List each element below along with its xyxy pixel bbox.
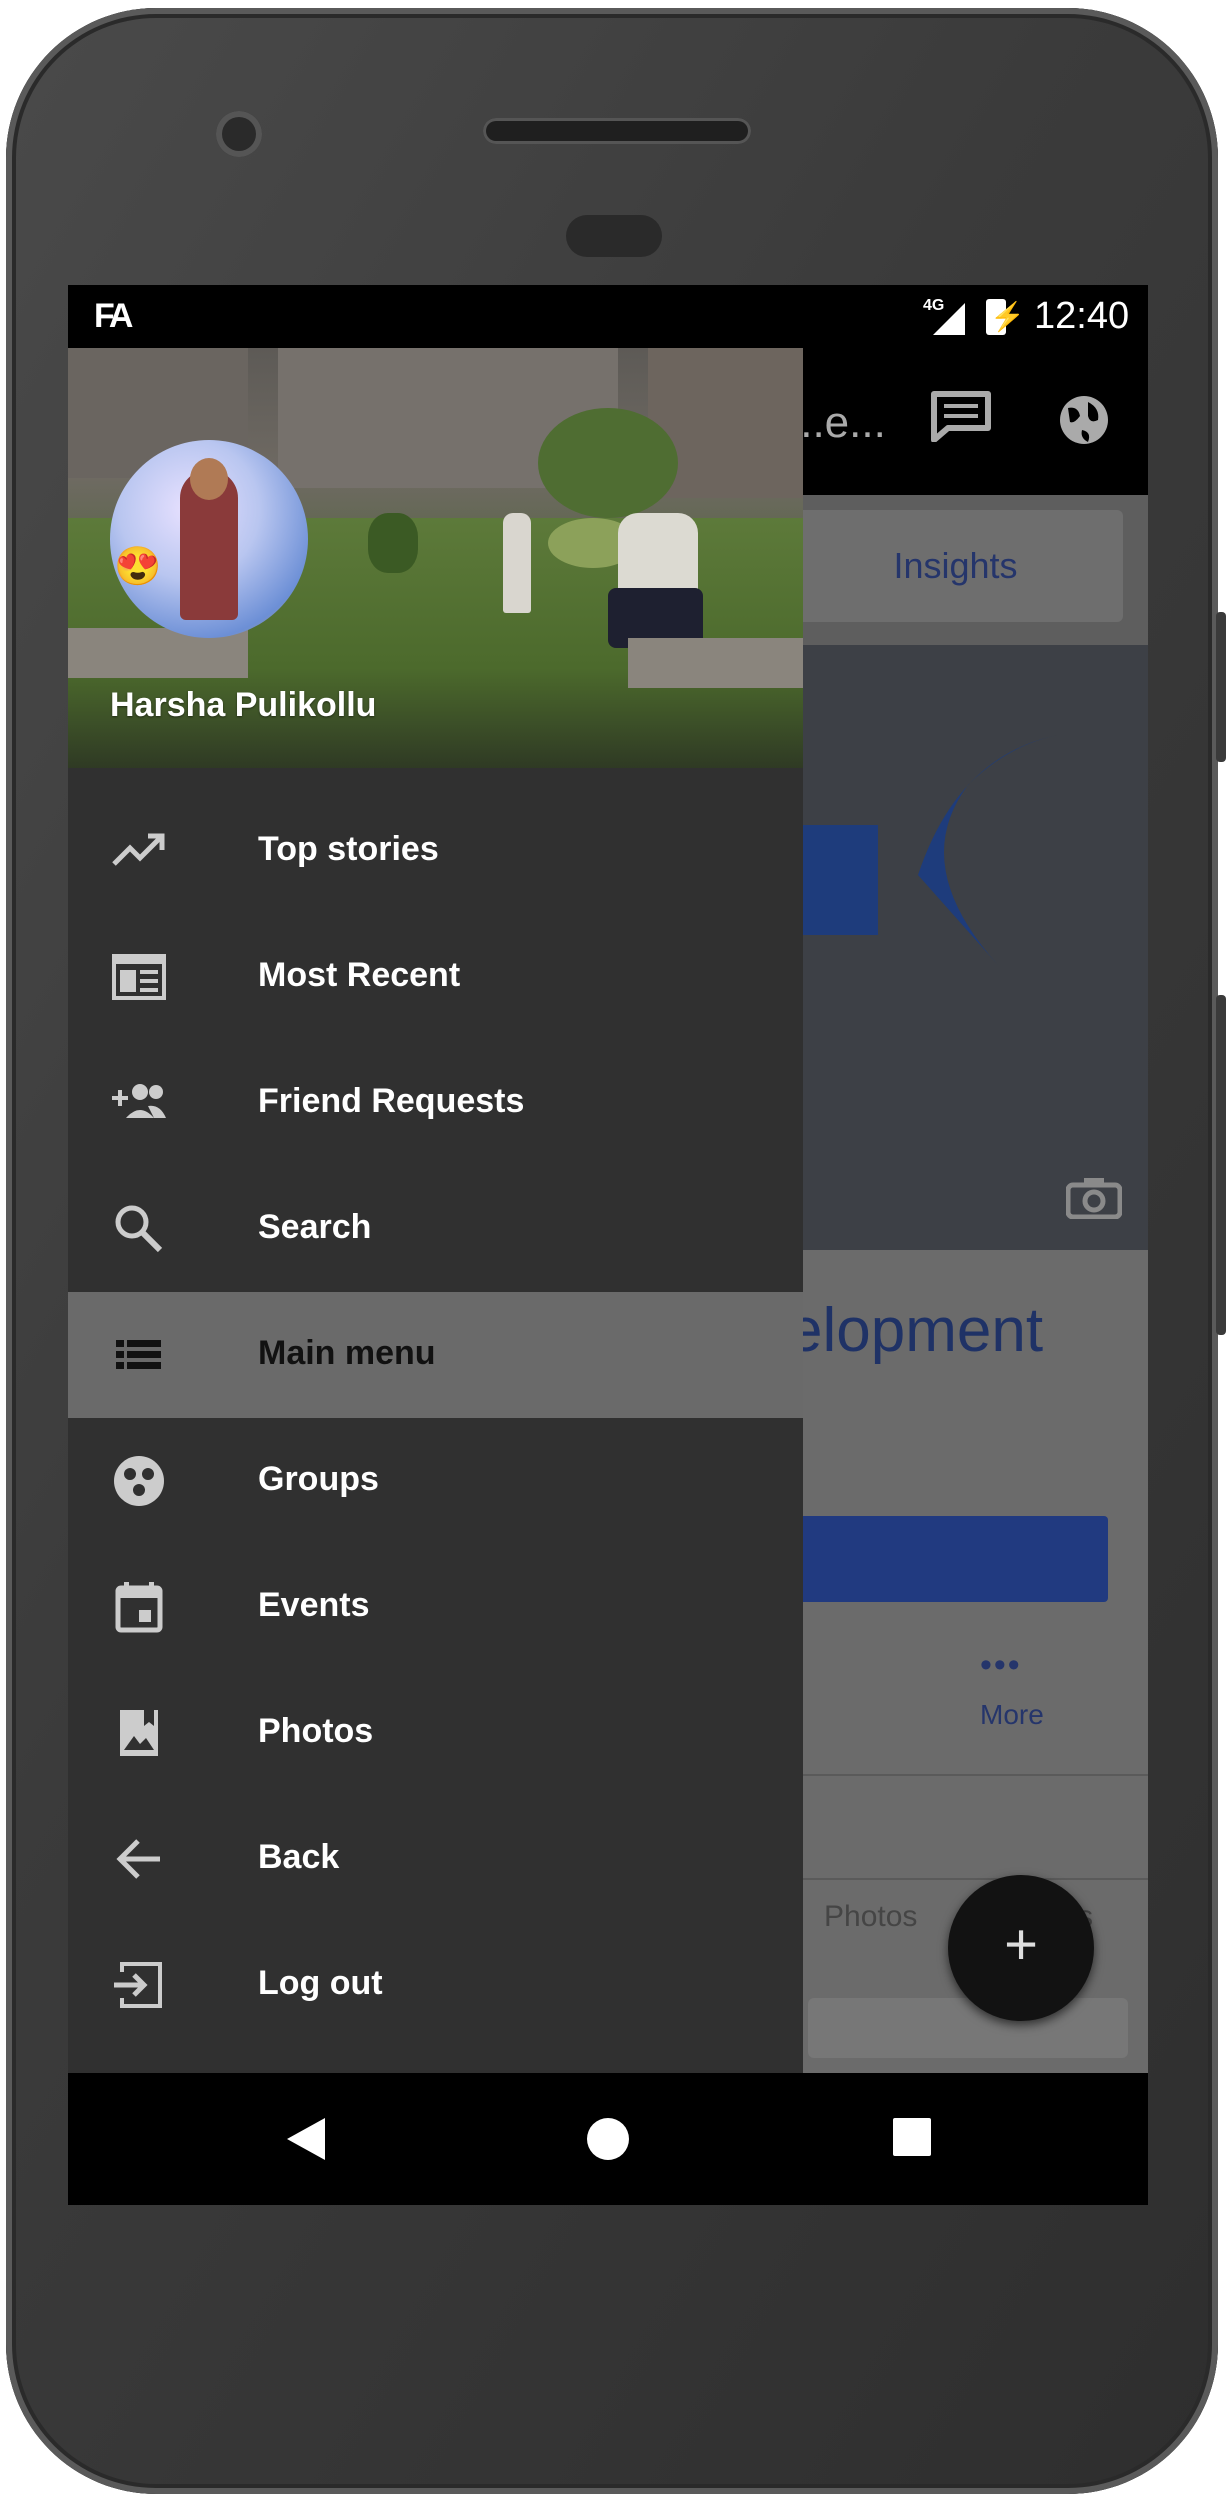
tab-photos[interactable]: Photos xyxy=(824,1900,917,1934)
trending-up-icon xyxy=(112,833,165,866)
signal-icon xyxy=(933,303,965,335)
earpiece-speaker xyxy=(483,118,751,144)
menu-item-search[interactable]: Search xyxy=(68,1166,803,1292)
menu-item-label: Top stories xyxy=(258,830,439,868)
nav-home-button[interactable] xyxy=(587,2118,629,2160)
menu-item-label: Back xyxy=(258,1838,340,1876)
menu-item-back[interactable]: Back xyxy=(68,1796,803,1922)
header-photo-shrub xyxy=(368,513,418,573)
profile-name[interactable]: Harsha Pulikollu xyxy=(110,686,376,725)
menu-item-label: Groups xyxy=(258,1460,379,1498)
add-friend-icon xyxy=(112,1084,166,1118)
camera-icon[interactable] xyxy=(1066,1175,1122,1219)
menu-item-main-menu[interactable]: Main menu xyxy=(68,1292,803,1418)
photo-icon xyxy=(120,1710,158,1756)
drawer-header: 😍 Harsha Pulikollu xyxy=(68,348,803,768)
content-card xyxy=(808,1998,1128,2058)
insights-button[interactable]: Insights xyxy=(788,510,1123,622)
page-name: elopment xyxy=(788,1296,1044,1365)
menu-item-label: Friend Requests xyxy=(258,1082,525,1120)
status-time: 12:40 xyxy=(1034,295,1130,337)
divider xyxy=(788,1774,1148,1776)
cover-logo xyxy=(798,735,1058,965)
more-label[interactable]: More xyxy=(980,1699,1044,1731)
search-icon xyxy=(115,1205,163,1253)
nav-back-button[interactable] xyxy=(287,2118,325,2160)
calendar-icon xyxy=(115,1582,163,1633)
menu-item-log-out[interactable]: Log out xyxy=(68,1922,803,2048)
primary-action-button[interactable] xyxy=(788,1516,1108,1602)
arrow-left-icon xyxy=(116,1839,160,1879)
app-notification-icon: FA xyxy=(94,297,134,335)
menu-item-events[interactable]: Events xyxy=(68,1544,803,1670)
menu-item-photos[interactable]: Photos xyxy=(68,1670,803,1796)
emoji-sticker-icon: 😍 xyxy=(114,546,162,588)
charging-icon: ⚡ xyxy=(990,301,1025,332)
menu-item-most-recent[interactable]: Most Recent xyxy=(68,914,803,1040)
chat-icon[interactable] xyxy=(930,390,992,442)
avatar-head xyxy=(190,458,228,500)
header-photo-person xyxy=(503,513,531,613)
header-photo-bench xyxy=(628,638,803,688)
volume-button xyxy=(1216,995,1226,1335)
menu-item-label: Events xyxy=(258,1586,370,1624)
menu-item-label: Most Recent xyxy=(258,956,461,994)
proximity-sensor xyxy=(566,215,662,257)
newspaper-icon xyxy=(112,954,166,1000)
more-dots-icon[interactable]: ••• xyxy=(980,1646,1022,1685)
globe-icon[interactable] xyxy=(1058,394,1110,446)
menu-item-label: Photos xyxy=(258,1712,374,1750)
avatar[interactable]: 😍 xyxy=(110,440,308,638)
menu-item-label: Log out xyxy=(258,1964,383,2002)
power-button xyxy=(1216,612,1226,762)
menu-item-top-stories[interactable]: Top stories xyxy=(68,788,803,914)
menu-item-groups[interactable]: Groups xyxy=(68,1418,803,1544)
groups-icon xyxy=(114,1456,164,1506)
front-camera xyxy=(216,111,262,157)
add-fab-button[interactable]: + xyxy=(948,1875,1094,2021)
status-bar: FA 4G ⚡ 12:40 xyxy=(68,285,1148,348)
navigation-drawer: 😍 Harsha Pulikollu Top stories Most Rece… xyxy=(68,348,803,2073)
header-photo-tree xyxy=(538,408,678,518)
nav-recents-button[interactable] xyxy=(893,2118,931,2156)
drawer-menu: Top stories Most Recent Friend Requests … xyxy=(68,788,803,2048)
list-icon xyxy=(116,1340,161,1369)
menu-item-friend-requests[interactable]: Friend Requests xyxy=(68,1040,803,1166)
device-screen: FA 4G ⚡ 12:40 ...e... Insights elopment … xyxy=(68,285,1148,2205)
divider xyxy=(788,1878,1148,1880)
menu-item-label: Search xyxy=(258,1208,372,1246)
logout-icon xyxy=(114,1962,162,2008)
system-nav-bar xyxy=(68,2073,1148,2205)
menu-item-label: Main menu xyxy=(258,1334,436,1372)
